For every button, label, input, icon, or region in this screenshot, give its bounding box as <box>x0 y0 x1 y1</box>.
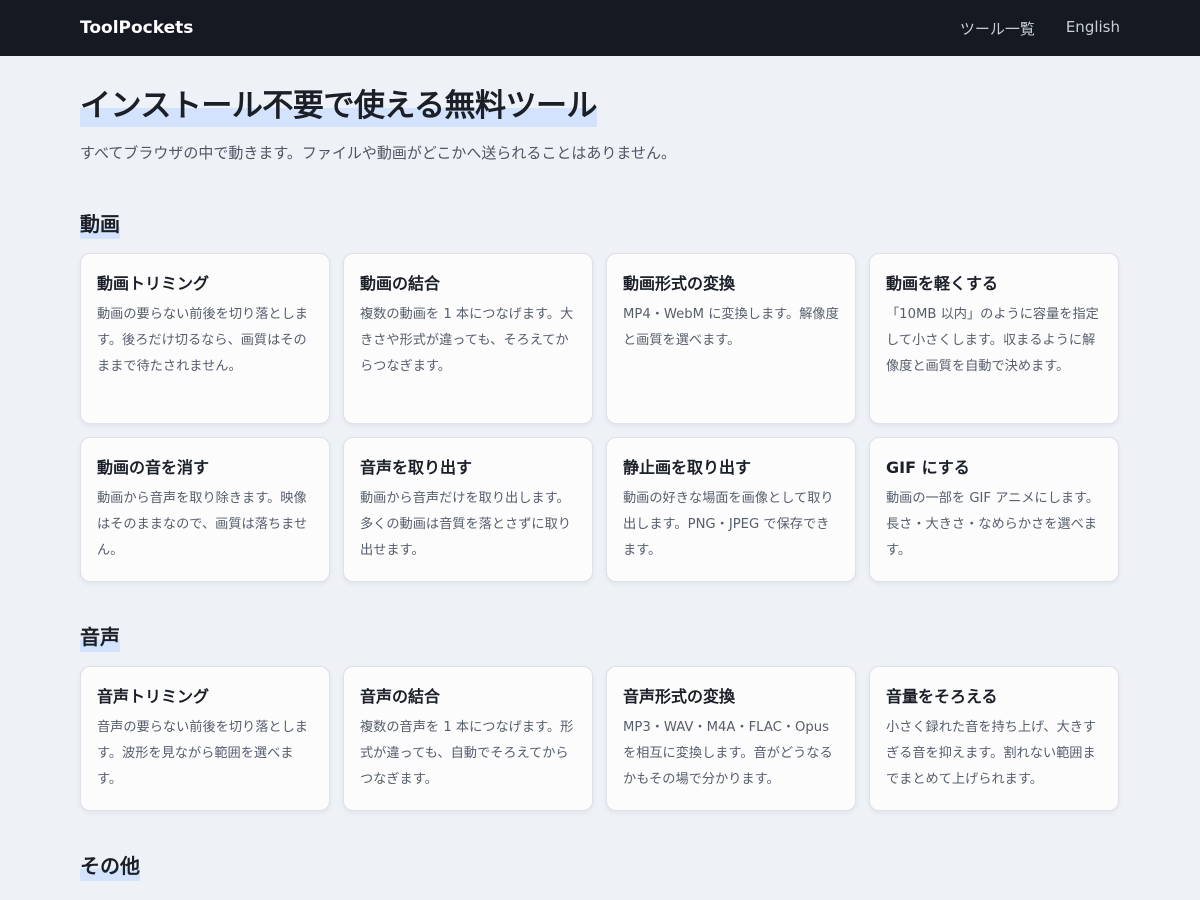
tool-card-video-convert[interactable]: 動画形式の変換 MP4・WebM に変換します。解像度と画質を選べます。 <box>606 253 856 424</box>
section-title-video: 動画 <box>80 209 120 239</box>
tool-card-desc: 「10MB 以内」のように容量を指定して小さくします。収まるように解像度と画質を… <box>886 307 1099 374</box>
tool-card-desc: 動画の好きな場面を画像として取り出します。PNG・JPEG で保存できます。 <box>623 491 834 558</box>
tool-card-title: 音声を取り出す <box>360 458 473 477</box>
tool-card-desc: 複数の動画を 1 本につなげます。大きさや形式が違っても、そろえてからつなぎます… <box>360 307 574 374</box>
page-subtitle: すべてブラウザの中で動きます。ファイルや動画がどこかへ送られることはありません。 <box>80 144 676 162</box>
tool-card-title: GIF にする <box>886 458 970 477</box>
page-title: インストール不要で使える無料ツール <box>80 85 597 127</box>
tool-grid-audio: 音声トリミング 音声の要らない前後を切り落とします。波形を見ながら範囲を選べます… <box>80 666 1120 811</box>
tool-card-desc: MP3・WAV・M4A・FLAC・Opus を相互に変換します。音がどうなるかも… <box>623 720 833 787</box>
tool-card-video-trim[interactable]: 動画トリミング 動画の要らない前後を切り落とします。後ろだけ切るなら、画質はその… <box>80 253 330 424</box>
main-content: インストール不要で使える無料ツール すべてブラウザの中で動きます。ファイルや動画… <box>0 56 1200 881</box>
tool-card-title: 静止画を取り出す <box>623 458 752 477</box>
nav-tool-list-link[interactable]: ツール一覧 <box>960 18 1035 39</box>
tool-card-title: 動画を軽くする <box>886 274 999 293</box>
tool-card-audio-merge[interactable]: 音声の結合 複数の音声を 1 本につなげます。形式が違っても、自動でそろえてから… <box>343 666 593 811</box>
section-video: 動画 動画トリミング 動画の要らない前後を切り落とします。後ろだけ切るなら、画質… <box>80 165 1120 582</box>
tool-card-title: 音声トリミング <box>97 687 210 706</box>
tool-card-desc: 動画の要らない前後を切り落とします。後ろだけ切るなら、画質はそのままで待たされま… <box>97 307 308 374</box>
tool-card-title: 音声の結合 <box>360 687 441 706</box>
tool-card-desc: 動画から音声を取り除きます。映像はそのままなので、画質は落ちません。 <box>97 491 308 558</box>
tool-card-video-merge[interactable]: 動画の結合 複数の動画を 1 本につなげます。大きさや形式が違っても、そろえてか… <box>343 253 593 424</box>
section-title-audio: 音声 <box>80 622 120 652</box>
nav-english-link[interactable]: English <box>1066 18 1120 39</box>
tool-card-title: 音声形式の変換 <box>623 687 736 706</box>
header-nav: ツール一覧 English <box>960 18 1120 39</box>
tool-card-title: 音量をそろえる <box>886 687 998 706</box>
tool-card-desc: MP4・WebM に変換します。解像度と画質を選べます。 <box>623 307 839 348</box>
tool-card-audio-trim[interactable]: 音声トリミング 音声の要らない前後を切り落とします。波形を見ながら範囲を選べます… <box>80 666 330 811</box>
tool-card-desc: 動画から音声だけを取り出します。多くの動画は音質を落とさずに取り出せます。 <box>360 491 571 558</box>
tool-card-desc: 小さく録れた音を持ち上げ、大きすぎる音を抑えます。割れない範囲までまとめて上げら… <box>886 720 1097 787</box>
tool-card-audio-normalize[interactable]: 音量をそろえる 小さく録れた音を持ち上げ、大きすぎる音を抑えます。割れない範囲ま… <box>869 666 1119 811</box>
tool-card-title: 動画の音を消す <box>97 458 210 477</box>
tool-card-title: 動画形式の変換 <box>623 274 736 293</box>
section-other: その他 <box>80 811 1120 881</box>
tool-card-desc: 動画の一部を GIF アニメにします。長さ・大きさ・なめらかさを選べます。 <box>886 491 1100 558</box>
tool-card-title: 動画トリミング <box>97 274 210 293</box>
tool-card-video-mute[interactable]: 動画の音を消す 動画から音声を取り除きます。映像はそのままなので、画質は落ちませ… <box>80 437 330 582</box>
section-title-other: その他 <box>80 851 140 881</box>
section-audio: 音声 音声トリミング 音声の要らない前後を切り落とします。波形を見ながら範囲を選… <box>80 582 1120 811</box>
top-header: ToolPockets ツール一覧 English <box>0 0 1200 56</box>
tool-card-desc: 複数の音声を 1 本につなげます。形式が違っても、自動でそろえてからつなぎます。 <box>360 720 574 787</box>
tool-card-title: 動画の結合 <box>360 274 441 293</box>
tool-card-video-to-gif[interactable]: GIF にする 動画の一部を GIF アニメにします。長さ・大きさ・なめらかさを… <box>869 437 1119 582</box>
tool-card-audio-convert[interactable]: 音声形式の変換 MP3・WAV・M4A・FLAC・Opus を相互に変換します。… <box>606 666 856 811</box>
tool-grid-video: 動画トリミング 動画の要らない前後を切り落とします。後ろだけ切るなら、画質はその… <box>80 253 1120 582</box>
brand-logo-link[interactable]: ToolPockets <box>80 18 193 38</box>
tool-card-extract-audio[interactable]: 音声を取り出す 動画から音声だけを取り出します。多くの動画は音質を落とさずに取り… <box>343 437 593 582</box>
tool-card-desc: 音声の要らない前後を切り落とします。波形を見ながら範囲を選べます。 <box>97 720 308 787</box>
tool-card-video-compress[interactable]: 動画を軽くする 「10MB 以内」のように容量を指定して小さくします。収まるよう… <box>869 253 1119 424</box>
tool-card-extract-frame[interactable]: 静止画を取り出す 動画の好きな場面を画像として取り出します。PNG・JPEG で… <box>606 437 856 582</box>
